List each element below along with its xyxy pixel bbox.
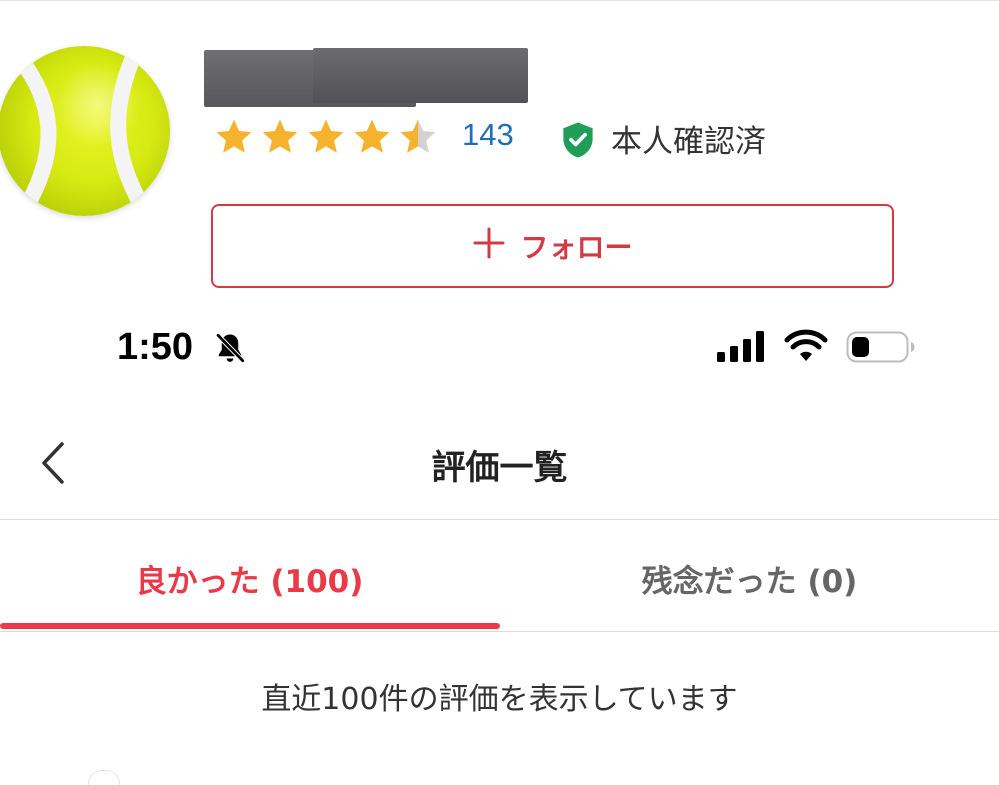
- star-icon: [260, 118, 300, 158]
- active-tab-indicator: [0, 623, 500, 629]
- list-item-edge: [88, 770, 120, 785]
- username-redacted-2: [313, 48, 528, 103]
- review-range-notice: 直近100件の評価を表示しています: [261, 682, 738, 717]
- star-icon: [214, 118, 254, 158]
- tab-bad[interactable]: 残念だった (0): [500, 556, 999, 601]
- nav-divider: [0, 519, 999, 520]
- rating-count[interactable]: 143: [462, 117, 514, 153]
- tab-divider: [0, 631, 999, 632]
- follow-button[interactable]: フォロー: [211, 204, 894, 288]
- rating-stars: [214, 118, 438, 158]
- status-time: 1:50: [117, 326, 194, 368]
- plus-icon: [472, 226, 506, 267]
- avatar[interactable]: [0, 46, 170, 216]
- verified-label: 本人確認済: [611, 124, 766, 160]
- top-divider: [0, 0, 999, 1]
- tennis-ball-icon: [10, 46, 156, 216]
- star-icon: [352, 118, 392, 158]
- half-star-icon: [398, 118, 438, 158]
- wifi-icon: [784, 329, 828, 367]
- follow-label: フォロー: [520, 231, 633, 264]
- battery-icon: [846, 330, 916, 368]
- tab-good[interactable]: 良かった (100): [0, 556, 499, 601]
- verified-shield-icon: [560, 121, 596, 163]
- page-title: 評価一覧: [431, 448, 568, 488]
- bell-muted-icon: [212, 330, 248, 370]
- star-icon: [306, 118, 346, 158]
- cellular-signal-icon: [716, 330, 766, 366]
